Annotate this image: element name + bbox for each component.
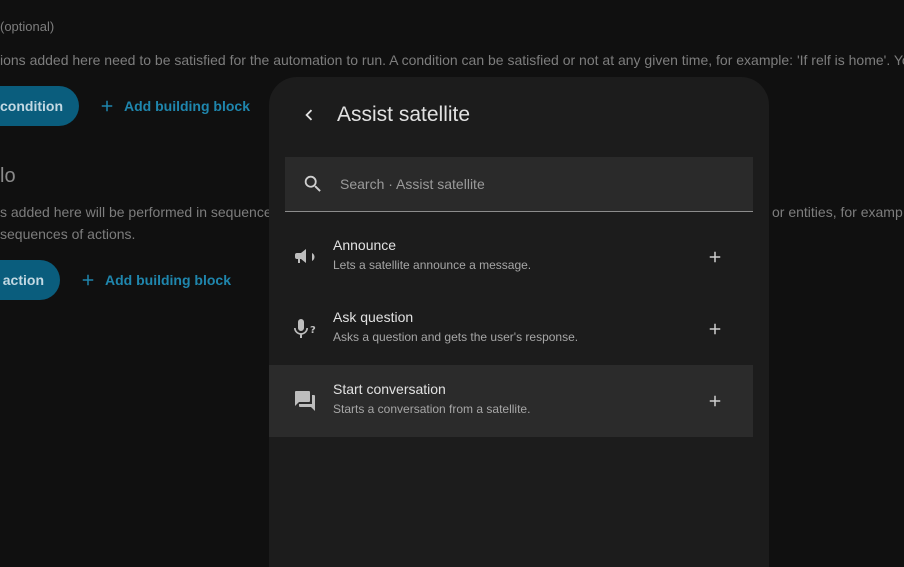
actions-description-left: s added here will be performed in sequen…: [0, 204, 272, 220]
search-field[interactable]: [285, 157, 753, 212]
item-title: Ask question: [333, 309, 414, 325]
add-condition-button[interactable]: l condition: [0, 86, 79, 126]
conditions-optional-label: (optional): [0, 19, 55, 34]
plus-icon: [709, 251, 721, 263]
add-building-block-label: Add building block: [105, 272, 231, 288]
then-do-heading: lo: [0, 165, 16, 187]
back-button[interactable]: [293, 99, 325, 131]
bullhorn-icon: [293, 245, 317, 269]
add-building-block-button-actions[interactable]: Add building block: [79, 271, 231, 289]
add-condition-label: l condition: [0, 98, 63, 114]
list-item-ask-question[interactable]: ? Ask question Asks a question and gets …: [269, 293, 753, 365]
item-description: Lets a satellite announce a message.: [333, 258, 532, 272]
dialog-title: Assist satellite: [337, 103, 471, 126]
add-item-button[interactable]: [703, 317, 727, 341]
actions-description-line2: sequences of actions.: [0, 226, 136, 242]
actions-description-right: or entities, for examp: [772, 204, 903, 220]
plus-icon: [82, 274, 94, 286]
chevron-left-icon: [305, 109, 313, 121]
plus-icon: [709, 395, 721, 407]
add-item-button[interactable]: [703, 389, 727, 413]
svg-text:?: ?: [310, 325, 316, 336]
item-title: Start conversation: [333, 381, 446, 397]
item-description: Starts a conversation from a satellite.: [333, 402, 531, 416]
microphone-question-icon: ?: [293, 317, 317, 341]
list-item-announce[interactable]: Announce Lets a satellite announce a mes…: [269, 221, 753, 293]
add-building-block-label: Add building block: [124, 98, 250, 114]
item-description: Asks a question and gets the user's resp…: [333, 330, 579, 344]
add-action-button[interactable]: l action: [0, 260, 60, 300]
add-action-dialog: Assist satellite Announce Lets a satelli…: [269, 77, 769, 567]
item-title: Announce: [333, 237, 397, 253]
add-item-button[interactable]: [703, 245, 727, 269]
add-action-label: l action: [0, 272, 44, 288]
plus-icon: [709, 323, 721, 335]
plus-icon: [101, 100, 113, 112]
search-input[interactable]: [338, 175, 722, 193]
conditions-description: ions added here need to be satisfied for…: [0, 52, 904, 68]
forum-icon: [293, 389, 317, 413]
list-item-start-conversation[interactable]: Start conversation Starts a conversation…: [269, 365, 753, 437]
add-building-block-button-conditions[interactable]: Add building block: [98, 97, 250, 115]
search-icon: [302, 173, 324, 195]
dialog-header: Assist satellite: [269, 77, 769, 155]
